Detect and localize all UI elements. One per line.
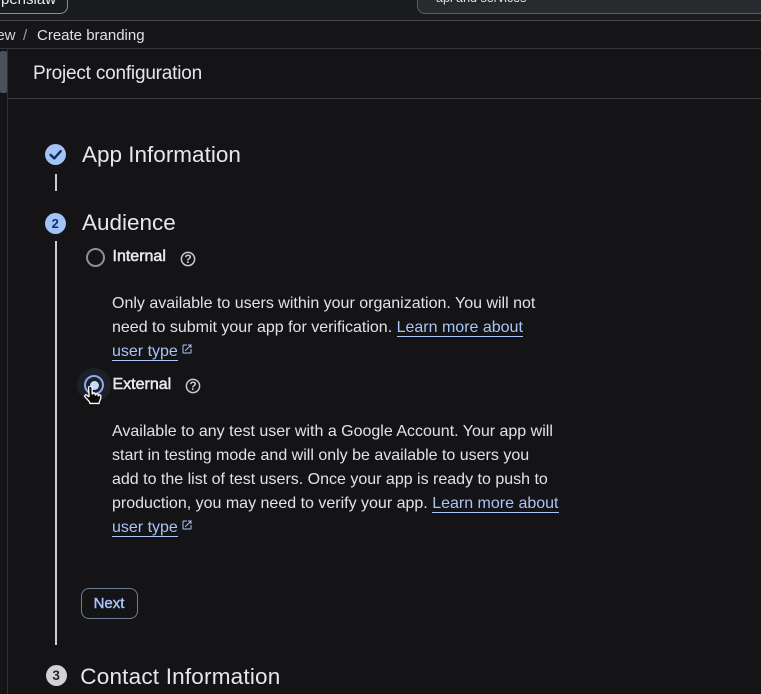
svg-text:?: ? [189,379,196,393]
svg-text:?: ? [184,252,191,266]
